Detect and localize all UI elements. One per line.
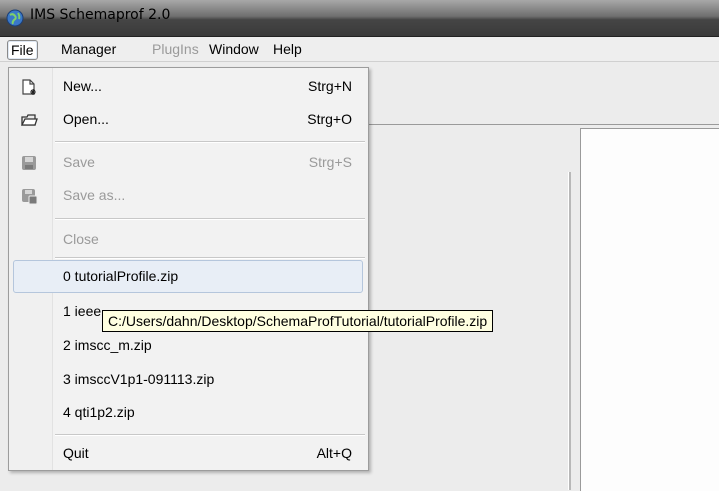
- menu-shortcut: Strg+O: [307, 111, 352, 127]
- window-title: IMS Schemaprof 2.0: [30, 7, 171, 23]
- menu-item-label: Open...: [63, 111, 109, 127]
- menu-file[interactable]: File: [7, 40, 38, 60]
- menu-item-label: 4 qti1p2.zip: [63, 404, 135, 420]
- save-disk-icon: [22, 156, 36, 170]
- menu-item-save[interactable]: Save Strg+S: [9, 146, 368, 179]
- menu-item-close[interactable]: Close: [9, 223, 368, 256]
- file-path-tooltip: C:/Users/dahn/Desktop/SchemaProfTutorial…: [102, 310, 494, 332]
- panel-splitter[interactable]: [568, 172, 571, 490]
- menu-separator: [55, 141, 365, 143]
- menu-separator: [55, 257, 365, 259]
- menu-help[interactable]: Help: [270, 40, 305, 60]
- menu-item-label: 2 imscc_m.zip: [63, 337, 152, 353]
- recent-file-2[interactable]: 2 imscc_m.zip: [9, 329, 368, 362]
- recent-file-3[interactable]: 3 imsccV1p1-091113.zip: [9, 363, 368, 396]
- menu-item-label: New...: [63, 78, 102, 94]
- menu-window[interactable]: Window: [206, 40, 262, 60]
- menu-separator: [55, 218, 365, 220]
- menu-plugins[interactable]: PlugIns: [149, 40, 202, 60]
- menu-item-label: Save: [63, 154, 95, 170]
- menu-separator: [55, 434, 365, 436]
- menu-item-label: Save as...: [63, 187, 126, 203]
- save-as-disk-icon: [22, 189, 38, 205]
- menu-shortcut: Strg+N: [308, 78, 352, 94]
- menu-bar: File Manager PlugIns Window Help: [0, 37, 719, 62]
- right-panel: [580, 128, 719, 491]
- new-document-icon: [22, 79, 36, 95]
- menu-item-quit[interactable]: Quit Alt+Q: [9, 437, 368, 470]
- globe-icon: [6, 9, 24, 27]
- menu-item-open[interactable]: Open... Strg+O: [9, 103, 368, 136]
- menu-item-label: 0 tutorialProfile.zip: [63, 268, 179, 284]
- file-menu-dropdown: New... Strg+N Open... Strg+O Save Strg+S…: [8, 67, 369, 471]
- menu-item-label: Close: [63, 231, 99, 247]
- menu-item-label: Quit: [63, 445, 89, 461]
- recent-file-0[interactable]: 0 tutorialProfile.zip: [13, 260, 363, 293]
- menu-item-label: 1 ieee: [63, 303, 102, 319]
- menu-shortcut: Strg+S: [308, 154, 352, 170]
- menu-item-label: 3 imsccV1p1-091113.zip: [63, 371, 215, 387]
- menu-item-save-as[interactable]: Save as...: [9, 179, 368, 212]
- title-bar[interactable]: IMS Schemaprof 2.0: [0, 0, 719, 37]
- menu-item-new[interactable]: New... Strg+N: [9, 70, 368, 103]
- recent-file-4[interactable]: 4 qti1p2.zip: [9, 396, 368, 429]
- panel-divider: [368, 124, 719, 125]
- open-folder-icon: [20, 114, 38, 126]
- menu-shortcut: Alt+Q: [316, 445, 352, 461]
- menu-manager[interactable]: Manager: [58, 40, 119, 60]
